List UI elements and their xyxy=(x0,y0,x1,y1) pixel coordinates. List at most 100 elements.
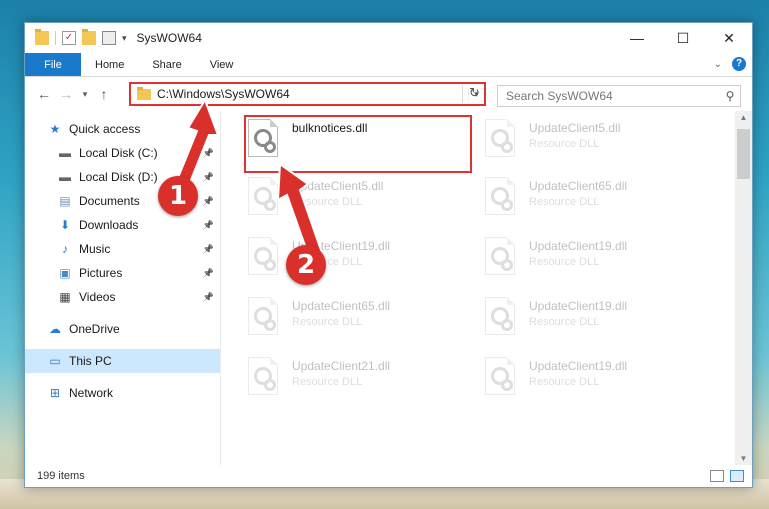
item-count: 199 items xyxy=(37,470,85,482)
sidebar-item-videos[interactable]: ▦ Videos 📌 xyxy=(25,285,220,309)
documents-icon: ▤ xyxy=(59,194,71,208)
step-1-badge: 1 xyxy=(158,176,198,216)
file-type: Resource DLL xyxy=(529,376,600,388)
sidebar-item-network[interactable]: ⊞ Network xyxy=(25,381,220,405)
refresh-icon[interactable]: ↻ xyxy=(462,85,486,103)
dll-file-icon xyxy=(481,295,521,343)
cloud-icon: ☁ xyxy=(49,322,61,336)
explorer-window: ✓ ▾ SysWOW64 — ☐ ✕ File Home Share View … xyxy=(24,22,753,488)
scroll-down-arrow-icon[interactable]: ▼ xyxy=(735,454,752,463)
pin-icon[interactable]: 📌 xyxy=(203,220,214,231)
file-name: UpdateClient19.dll xyxy=(529,359,628,373)
file-item[interactable]: UpdateClient65.dll Resource DLL xyxy=(244,295,474,351)
file-type: Resource DLL xyxy=(529,316,600,328)
dll-file-icon xyxy=(244,355,284,403)
ribbon-right-controls: ⌄ ? xyxy=(714,57,746,71)
folder-icon[interactable] xyxy=(35,29,49,45)
music-icon: ♪ xyxy=(62,242,68,256)
forward-arrow-icon[interactable]: → xyxy=(55,86,77,102)
pin-icon[interactable]: 📌 xyxy=(203,268,214,279)
file-item[interactable]: UpdateClient19.dll Resource DLL xyxy=(481,355,711,411)
recent-locations-chevron-icon[interactable]: ▾ xyxy=(77,89,93,100)
file-name: UpdateClient65.dll xyxy=(529,179,628,193)
file-item[interactable]: UpdateClient19.dll Resource DLL xyxy=(481,295,711,351)
sidebar-item-music[interactable]: ♪ Music 📌 xyxy=(25,237,220,261)
file-item[interactable]: UpdateClient5.dll Resource DLL xyxy=(481,117,711,173)
sidebar-item-label: Documents xyxy=(79,194,140,208)
sidebar-item-label: Pictures xyxy=(79,266,123,280)
tab-share[interactable]: Share xyxy=(138,53,195,76)
dll-file-icon xyxy=(481,175,521,223)
vertical-scrollbar[interactable]: ▲ ▼ xyxy=(735,111,752,465)
sidebar-item-downloads[interactable]: ⬇ Downloads 📌 xyxy=(25,213,220,237)
details-view-icon[interactable] xyxy=(710,470,724,482)
sidebar-item-label: Local Disk (D:) xyxy=(79,170,158,184)
customize-toolbar-chevron-icon[interactable]: ▾ xyxy=(122,33,127,44)
content-area: ★ Quick access ▬ Local Disk (C:) 📌 ▬ Local Dis… xyxy=(25,111,752,465)
sidebar-item-label: Local Disk (C:) xyxy=(79,146,158,160)
sidebar-item-label: Videos xyxy=(79,290,116,304)
pin-icon[interactable]: 📌 xyxy=(203,244,214,255)
window-controls: — ☐ ✕ xyxy=(614,23,752,53)
file-type: Resource DLL xyxy=(529,256,600,268)
file-name: UpdateClient19.dll xyxy=(529,239,628,253)
back-arrow-icon[interactable]: ← xyxy=(33,86,55,102)
drive-icon: ▬ xyxy=(59,146,71,160)
expand-ribbon-chevron-icon[interactable]: ⌄ xyxy=(714,59,722,70)
search-icon[interactable]: ⚲ xyxy=(720,89,740,103)
star-icon: ★ xyxy=(49,122,61,136)
maximize-button[interactable]: ☐ xyxy=(660,23,706,53)
file-item[interactable]: UpdateClient65.dll Resource DLL xyxy=(481,175,711,231)
large-icons-view-icon[interactable] xyxy=(730,470,744,482)
computer-icon: ▭ xyxy=(49,354,61,368)
pin-icon[interactable]: 📌 xyxy=(203,292,214,303)
sidebar-item-label: OneDrive xyxy=(69,322,120,336)
download-icon: ⬇ xyxy=(59,218,71,232)
dll-file-icon xyxy=(244,295,284,343)
properties-check-icon[interactable]: ✓ xyxy=(62,31,76,45)
window-title: SysWOW64 xyxy=(136,31,202,45)
tab-home[interactable]: Home xyxy=(81,53,138,76)
dll-file-icon xyxy=(481,117,521,165)
separator xyxy=(55,31,56,45)
sidebar-item-pictures[interactable]: ▣ Pictures 📌 xyxy=(25,261,220,285)
up-arrow-icon[interactable]: ↑ xyxy=(93,86,115,102)
dll-file-icon xyxy=(481,355,521,403)
status-bar: 199 items xyxy=(25,465,752,487)
videos-icon: ▦ xyxy=(59,290,71,304)
sidebar-item-label: Music xyxy=(79,242,111,256)
help-icon[interactable]: ? xyxy=(732,57,746,71)
folder-icon xyxy=(137,86,151,100)
tab-view[interactable]: View xyxy=(196,53,248,76)
close-button[interactable]: ✕ xyxy=(706,23,752,53)
file-item[interactable]: UpdateClient21.dll Resource DLL xyxy=(244,355,474,411)
new-folder-icon[interactable] xyxy=(82,29,96,45)
file-item[interactable]: UpdateClient19.dll Resource DLL xyxy=(481,235,711,291)
file-name: UpdateClient21.dll xyxy=(292,359,391,373)
file-name: UpdateClient5.dll xyxy=(529,121,621,135)
drive-icon: ▬ xyxy=(59,170,71,184)
minimize-button[interactable]: — xyxy=(614,23,660,53)
tab-file[interactable]: File xyxy=(25,53,81,76)
sidebar-item-label: This PC xyxy=(69,354,112,368)
scroll-up-arrow-icon[interactable]: ▲ xyxy=(735,113,752,122)
search-input[interactable]: Search SysWOW64 xyxy=(506,89,720,103)
pictures-icon: ▣ xyxy=(59,266,71,280)
file-name: UpdateClient19.dll xyxy=(529,299,628,313)
file-type: Resource DLL xyxy=(292,316,363,328)
view-properties-icon[interactable] xyxy=(102,31,116,45)
sidebar-item-label: Network xyxy=(69,386,114,400)
view-toggle xyxy=(710,470,744,482)
file-name: UpdateClient65.dll xyxy=(292,299,391,313)
network-icon: ⊞ xyxy=(49,386,61,400)
step-2-badge: 2 xyxy=(286,245,326,285)
file-type: Resource DLL xyxy=(529,196,600,208)
file-type: Resource DLL xyxy=(529,138,600,150)
search-box[interactable]: Search SysWOW64 ⚲ xyxy=(497,85,741,107)
address-row: ← → ▾ ↑ C:\Windows\SysWOW64 ▾ ↻ Search S… xyxy=(25,77,752,111)
sidebar-item-onedrive[interactable]: ☁ OneDrive xyxy=(25,317,220,341)
dll-file-icon xyxy=(481,235,521,283)
file-type: Resource DLL xyxy=(292,376,363,388)
scrollbar-thumb[interactable] xyxy=(737,129,750,179)
sidebar-item-this-pc[interactable]: ▭ This PC xyxy=(25,349,220,373)
